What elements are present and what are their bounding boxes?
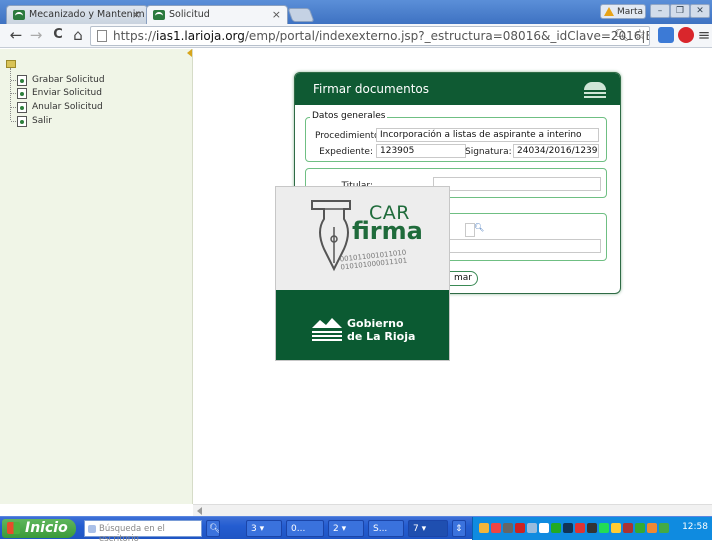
windows-taskbar: Inicio Búsqueda en el escritorio 🔍︎ 3 ▾ … xyxy=(0,516,712,544)
tab-label: Solicitud xyxy=(169,9,210,20)
profile-name: Marta xyxy=(617,7,644,17)
sidebar-item-label: Grabar Solicitud xyxy=(32,75,105,85)
search-taskbar-icon[interactable]: 🔍︎ xyxy=(206,520,220,537)
tab-solicitud[interactable]: Solicitud × xyxy=(146,5,288,24)
taskbar-pdf-group[interactable]: 0... xyxy=(286,520,324,537)
scroll-left-icon[interactable] xyxy=(197,507,202,515)
document-field[interactable] xyxy=(425,239,601,253)
collapse-sidebar-icon[interactable] xyxy=(187,49,192,57)
maximize-button[interactable]: ❐ xyxy=(670,4,690,18)
browser-tab-bar: Mecanizado y Mantenim × Solicitud × Mart… xyxy=(0,0,712,24)
gobierno-la-rioja-banner: Gobierno de La Rioja xyxy=(276,290,449,360)
taskbar-word-group[interactable]: 2 ▾ xyxy=(328,520,364,537)
tray-icon[interactable] xyxy=(539,523,549,533)
start-button[interactable]: Inicio xyxy=(2,519,76,538)
larioja-favicon-icon xyxy=(153,10,165,20)
sidebar-item-label: Enviar Solicitud xyxy=(32,88,102,98)
close-tab-icon[interactable]: × xyxy=(272,8,281,21)
page-icon xyxy=(97,30,107,42)
sidebar-item-enviar[interactable]: Enviar Solicitud xyxy=(10,87,102,100)
folder-icon[interactable] xyxy=(6,60,16,68)
panel-header: Firmar documentos xyxy=(295,73,620,105)
tray-icon[interactable] xyxy=(551,523,561,533)
car-firma-splash: CAR firma 001011001011010 01010100001110… xyxy=(275,186,450,361)
home-button[interactable]: ⌂ xyxy=(70,27,86,43)
taskbar-app-s[interactable]: S... xyxy=(368,520,404,537)
sidebar-item-salir[interactable]: Salir xyxy=(10,115,52,128)
tray-icon[interactable] xyxy=(479,523,489,533)
tray-icon[interactable] xyxy=(491,523,501,533)
forward-button[interactable]: → xyxy=(28,27,44,43)
firma-wordmark: firma xyxy=(352,217,423,245)
taskbar-scroll-icon[interactable]: ⇕ xyxy=(452,520,466,537)
document-icon xyxy=(17,75,27,86)
tray-icon[interactable] xyxy=(515,523,525,533)
start-label: Inicio xyxy=(25,520,68,536)
tray-icon[interactable] xyxy=(647,523,657,533)
titular-field[interactable] xyxy=(433,177,601,191)
tray-icon[interactable] xyxy=(503,523,513,533)
browser-toolbar: ← → C ⌂ https://ias1.larioja.org/emp/por… xyxy=(0,24,712,48)
address-bar[interactable]: https://ias1.larioja.org/emp/portal/inde… xyxy=(90,26,650,46)
tray-icon[interactable] xyxy=(527,523,537,533)
url-path: /emp/portal/indexexterno.jsp?_estructura… xyxy=(244,29,650,43)
warning-icon xyxy=(604,7,614,16)
taskbar-chrome-group[interactable]: 7 ▾ xyxy=(408,520,448,537)
magnifier-icon[interactable]: 🔍︎ xyxy=(614,28,629,42)
expediente-label: Expediente: xyxy=(319,147,373,157)
fieldset-legend: Datos generales xyxy=(310,111,388,121)
pinterest-icon[interactable] xyxy=(678,27,694,43)
tray-icon[interactable] xyxy=(623,523,633,533)
gobierno-logo-icon xyxy=(312,318,342,341)
tray-icon[interactable] xyxy=(599,523,609,533)
tray-icon[interactable] xyxy=(563,523,573,533)
tray-icon[interactable] xyxy=(611,523,621,533)
gobierno-wordmark: Gobierno de La Rioja xyxy=(347,317,416,343)
sidebar-item-label: Salir xyxy=(32,116,52,126)
url-scheme: https:// xyxy=(113,29,157,43)
windows-flag-icon xyxy=(7,522,20,534)
tray-icon[interactable] xyxy=(659,523,669,533)
expediente-field: 123905 xyxy=(376,144,466,158)
document-icon xyxy=(17,116,27,127)
url-host: ias1.larioja.org xyxy=(156,29,245,43)
document-icon xyxy=(17,102,27,113)
sidebar-item-grabar[interactable]: Grabar Solicitud xyxy=(10,74,105,87)
tab-label: Mecanizado y Mantenim xyxy=(29,9,145,20)
reload-button[interactable]: C xyxy=(50,27,66,43)
close-tab-icon[interactable]: × xyxy=(132,8,141,21)
search-logo-icon xyxy=(88,525,96,533)
extension-icon[interactable] xyxy=(658,27,674,43)
search-placeholder: Búsqueda en el escritorio xyxy=(99,524,165,544)
search-icon[interactable]: 🔍︎ xyxy=(474,223,484,232)
clock: 12:58 xyxy=(682,522,708,532)
back-button[interactable]: ← xyxy=(8,27,24,43)
sidebar-item-anular[interactable]: Anular Solicitud xyxy=(10,101,103,114)
signatura-field: 24034/2016/123905 xyxy=(513,144,599,158)
tab-mecanizado[interactable]: Mecanizado y Mantenim × xyxy=(6,5,148,24)
larioja-favicon-icon xyxy=(13,10,25,20)
profile-chip[interactable]: Marta xyxy=(600,4,646,19)
document-icon xyxy=(17,88,27,99)
signatura-label: Signatura: xyxy=(465,147,512,157)
horizontal-scrollbar[interactable] xyxy=(193,504,712,516)
desktop-search-input[interactable]: Búsqueda en el escritorio xyxy=(84,520,202,544)
procedimiento-label: Procedimiento: xyxy=(315,131,383,141)
minimize-button[interactable]: – xyxy=(650,4,670,18)
system-tray: 12:58 xyxy=(472,517,712,540)
close-window-button[interactable]: ✕ xyxy=(690,4,710,18)
bookmark-star-icon[interactable]: ☆ xyxy=(633,27,646,43)
tray-icon[interactable] xyxy=(575,523,585,533)
new-tab-button[interactable] xyxy=(287,8,315,22)
car-firma-logo-area: CAR firma 001011001011010 01010100001110… xyxy=(276,187,449,290)
procedimiento-field: Incorporación a listas de aspirante a in… xyxy=(376,128,599,142)
browser-menu-icon[interactable]: ≡ xyxy=(696,27,712,43)
panel-title: Firmar documentos xyxy=(313,82,430,96)
tray-icon[interactable] xyxy=(587,523,597,533)
sidebar-item-label: Anular Solicitud xyxy=(32,102,103,112)
larioja-logo-icon xyxy=(584,79,606,99)
tray-icon[interactable] xyxy=(635,523,645,533)
taskbar-outlook-group[interactable]: 3 ▾ xyxy=(246,520,282,537)
